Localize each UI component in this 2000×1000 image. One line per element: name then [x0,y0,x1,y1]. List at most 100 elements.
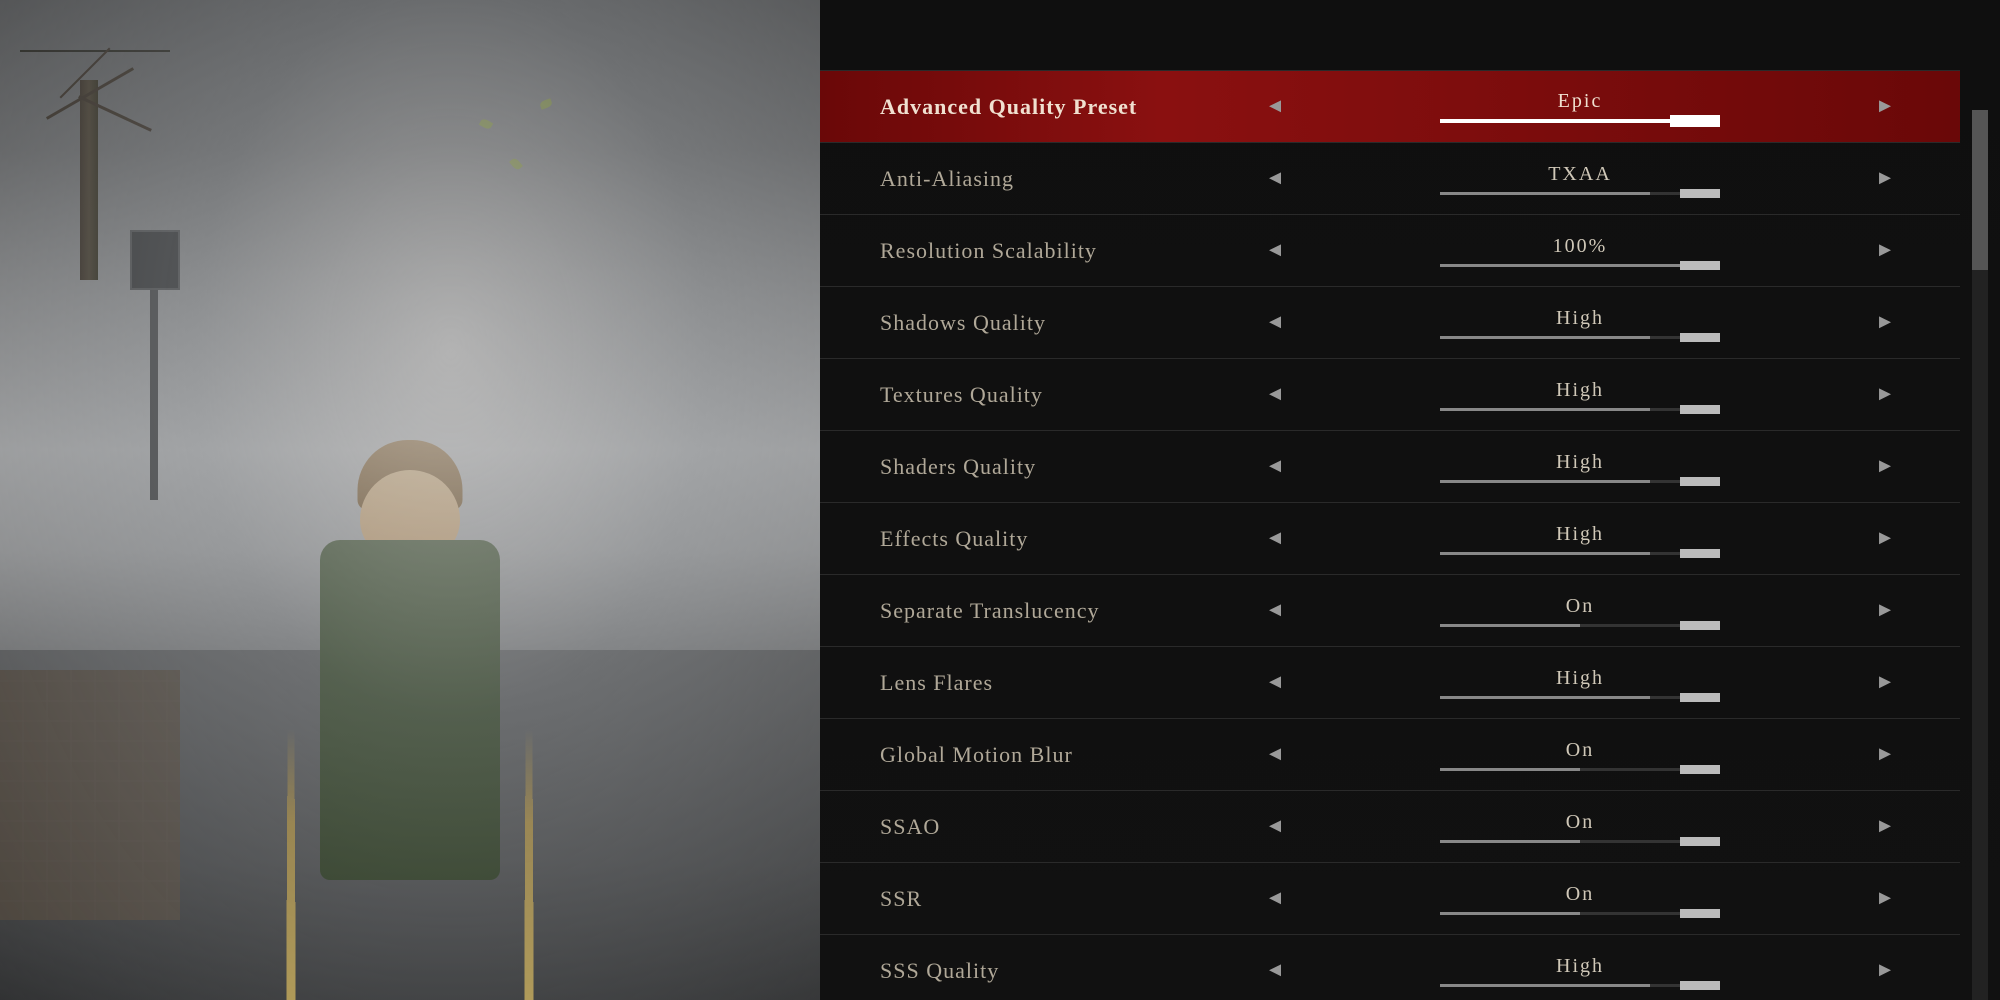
value-bar-indicator-11 [1680,909,1720,918]
setting-value-4: High [1556,379,1604,402]
arrow-left-11[interactable]: ◄ [1260,887,1290,910]
setting-row-11[interactable]: SSR◄On► [820,862,1960,934]
setting-value-6: High [1556,523,1604,546]
value-bar-indicator-12 [1680,981,1720,990]
arrow-right-6[interactable]: ► [1870,527,1900,550]
value-bar-5 [1440,480,1720,483]
arrow-right-12[interactable]: ► [1870,959,1900,982]
value-container-2: 100% [1310,235,1850,267]
arrow-right-2[interactable]: ► [1870,239,1900,262]
value-bar-8 [1440,696,1720,699]
arrow-right-4[interactable]: ► [1870,383,1900,406]
setting-row-8[interactable]: Lens Flares◄High► [820,646,1960,718]
setting-control-4: ◄ High ► [1260,379,1900,411]
setting-value-1: TXAA [1548,163,1612,186]
value-container-10: On [1310,811,1850,843]
setting-row-1[interactable]: Anti-Aliasing◄ TXAA ► [820,142,1960,214]
value-bar-indicator-8 [1680,693,1720,702]
setting-name-9: Global Motion Blur [880,742,1260,768]
setting-control-7: ◄ On ► [1260,595,1900,627]
setting-control-1: ◄ TXAA ► [1260,163,1900,195]
arrow-left-4[interactable]: ◄ [1260,383,1290,406]
value-bar-fill-7 [1440,624,1580,627]
setting-control-3: ◄High► [1260,307,1900,339]
setting-name-3: Shadows Quality [880,310,1260,336]
value-bar-fill-9 [1440,768,1580,771]
arrow-left-5[interactable]: ◄ [1260,455,1290,478]
arrow-right-9[interactable]: ► [1870,743,1900,766]
arrow-left-9[interactable]: ◄ [1260,743,1290,766]
settings-panel: Advanced Quality Preset◄Epic►Anti-Aliasi… [820,0,2000,1000]
setting-value-9: On [1566,739,1594,762]
setting-control-9: ◄ On ► [1260,739,1900,771]
value-bar-indicator-10 [1680,837,1720,846]
value-bar-6 [1440,552,1720,555]
value-bar-indicator-4 [1680,405,1720,414]
setting-row-10[interactable]: SSAO◄ On ► [820,790,1960,862]
setting-row-9[interactable]: Global Motion Blur◄ On ► [820,718,1960,790]
value-bar-9 [1440,768,1720,771]
value-bar-fill-3 [1440,336,1650,339]
value-container-5: High [1310,451,1850,483]
setting-name-1: Anti-Aliasing [880,166,1260,192]
setting-row-0[interactable]: Advanced Quality Preset◄Epic► [820,70,1960,142]
arrow-right-7[interactable]: ► [1870,599,1900,622]
setting-control-0: ◄ Epic ► [1260,90,1900,123]
arrow-right-3[interactable]: ► [1870,311,1900,334]
arrow-right-0[interactable]: ► [1870,95,1900,118]
value-bar-fill-1 [1440,192,1650,195]
setting-row-7[interactable]: Separate Translucency◄On► [820,574,1960,646]
settings-scroll-area: Advanced Quality Preset◄Epic►Anti-Aliasi… [820,70,2000,1000]
setting-control-8: ◄High► [1260,667,1900,699]
epic-bar-0 [1440,119,1720,123]
setting-row-2[interactable]: Resolution Scalability◄100%► [820,214,1960,286]
value-bar-fill-4 [1440,408,1650,411]
arrow-left-1[interactable]: ◄ [1260,167,1290,190]
value-bar-fill-10 [1440,840,1580,843]
value-container-6: High [1310,523,1850,555]
fog-overlay [0,0,820,1000]
value-container-7: On [1310,595,1850,627]
setting-row-4[interactable]: Textures Quality◄High► [820,358,1960,430]
setting-name-10: SSAO [880,814,1260,840]
setting-row-6[interactable]: Effects Quality◄ High ► [820,502,1960,574]
setting-row-12[interactable]: SSS Quality◄High► [820,934,1960,1000]
arrow-right-5[interactable]: ► [1870,455,1900,478]
value-bar-indicator-5 [1680,477,1720,486]
arrow-right-10[interactable]: ► [1870,815,1900,838]
arrow-left-3[interactable]: ◄ [1260,311,1290,334]
setting-control-6: ◄ High ► [1260,523,1900,555]
setting-control-5: ◄ High ► [1260,451,1900,483]
value-bar-fill-8 [1440,696,1650,699]
setting-value-5: High [1556,451,1604,474]
arrow-left-12[interactable]: ◄ [1260,959,1290,982]
value-bar-indicator-7 [1680,621,1720,630]
value-bar-11 [1440,912,1720,915]
value-bar-3 [1440,336,1720,339]
setting-value-0: Epic [1558,90,1603,113]
setting-value-11: On [1566,883,1594,906]
settings-title [820,40,2000,70]
arrow-left-10[interactable]: ◄ [1260,815,1290,838]
arrow-left-7[interactable]: ◄ [1260,599,1290,622]
arrow-left-0[interactable]: ◄ [1260,95,1290,118]
value-bar-indicator-1 [1680,189,1720,198]
scroll-thumb[interactable] [1972,110,1988,270]
arrow-left-2[interactable]: ◄ [1260,239,1290,262]
setting-value-7: On [1566,595,1594,618]
value-bar-indicator-9 [1680,765,1720,774]
value-container-12: High [1310,955,1850,987]
setting-row-5[interactable]: Shaders Quality◄High► [820,430,1960,502]
setting-row-3[interactable]: Shadows Quality◄High► [820,286,1960,358]
arrow-right-1[interactable]: ► [1870,167,1900,190]
value-bar-7 [1440,624,1720,627]
value-bar-fill-2 [1440,264,1720,267]
arrow-left-6[interactable]: ◄ [1260,527,1290,550]
setting-name-6: Effects Quality [880,526,1260,552]
arrow-left-8[interactable]: ◄ [1260,671,1290,694]
epic-indicator-0 [1670,115,1720,127]
arrow-right-8[interactable]: ► [1870,671,1900,694]
value-bar-fill-11 [1440,912,1580,915]
arrow-right-11[interactable]: ► [1870,887,1900,910]
value-container-9: On [1310,739,1850,771]
